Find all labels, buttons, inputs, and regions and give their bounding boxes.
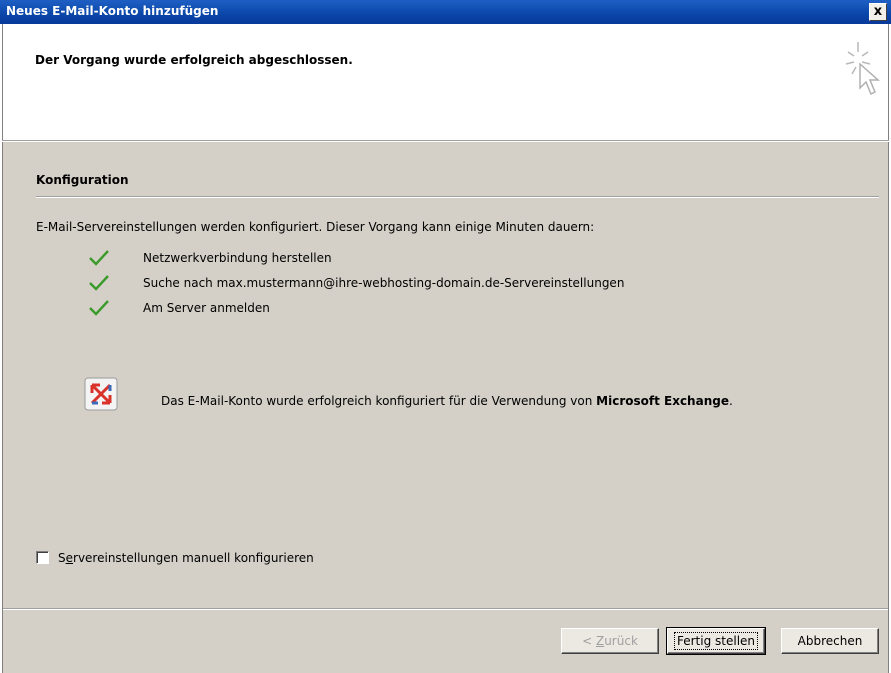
checkmark-icon — [89, 275, 109, 291]
close-icon: x — [873, 4, 883, 19]
wizard-body: Konfiguration E-Mail-Servereinstellungen… — [2, 142, 889, 673]
step-label: Am Server anmelden — [143, 301, 270, 315]
footer-divider — [3, 608, 888, 610]
manual-config-checkbox[interactable] — [36, 551, 49, 564]
close-button[interactable]: x — [869, 3, 887, 21]
cancel-button[interactable]: Abbrechen — [781, 628, 879, 654]
step-label: Suche nach max.mustermann@ihre-webhostin… — [143, 276, 625, 290]
section-divider — [36, 196, 879, 198]
exchange-icon — [84, 377, 118, 411]
checkmark-icon — [89, 300, 109, 316]
back-button[interactable]: < Zurück — [561, 628, 659, 654]
sparkle-cursor-icon — [845, 42, 880, 96]
finish-button[interactable]: Fertig stellen — [666, 627, 766, 655]
window-title: Neues E-Mail-Konto hinzufügen — [6, 4, 219, 18]
section-title: Konfiguration — [36, 173, 129, 187]
checkmark-icon — [89, 250, 109, 266]
manual-config-label[interactable]: Servereinstellungen manuell konfiguriere… — [58, 551, 314, 565]
wizard-header: Der Vorgang wurde erfolgreich abgeschlos… — [2, 24, 889, 140]
title-bar: Neues E-Mail-Konto hinzufügen x — [0, 0, 891, 24]
step-label: Netzwerkverbindung herstellen — [143, 251, 332, 265]
result-message: Das E-Mail-Konto wurde erfolgreich konfi… — [161, 394, 733, 408]
page-title: Der Vorgang wurde erfolgreich abgeschlos… — [35, 53, 353, 67]
intro-text: E-Mail-Servereinstellungen werden konfig… — [36, 220, 595, 234]
